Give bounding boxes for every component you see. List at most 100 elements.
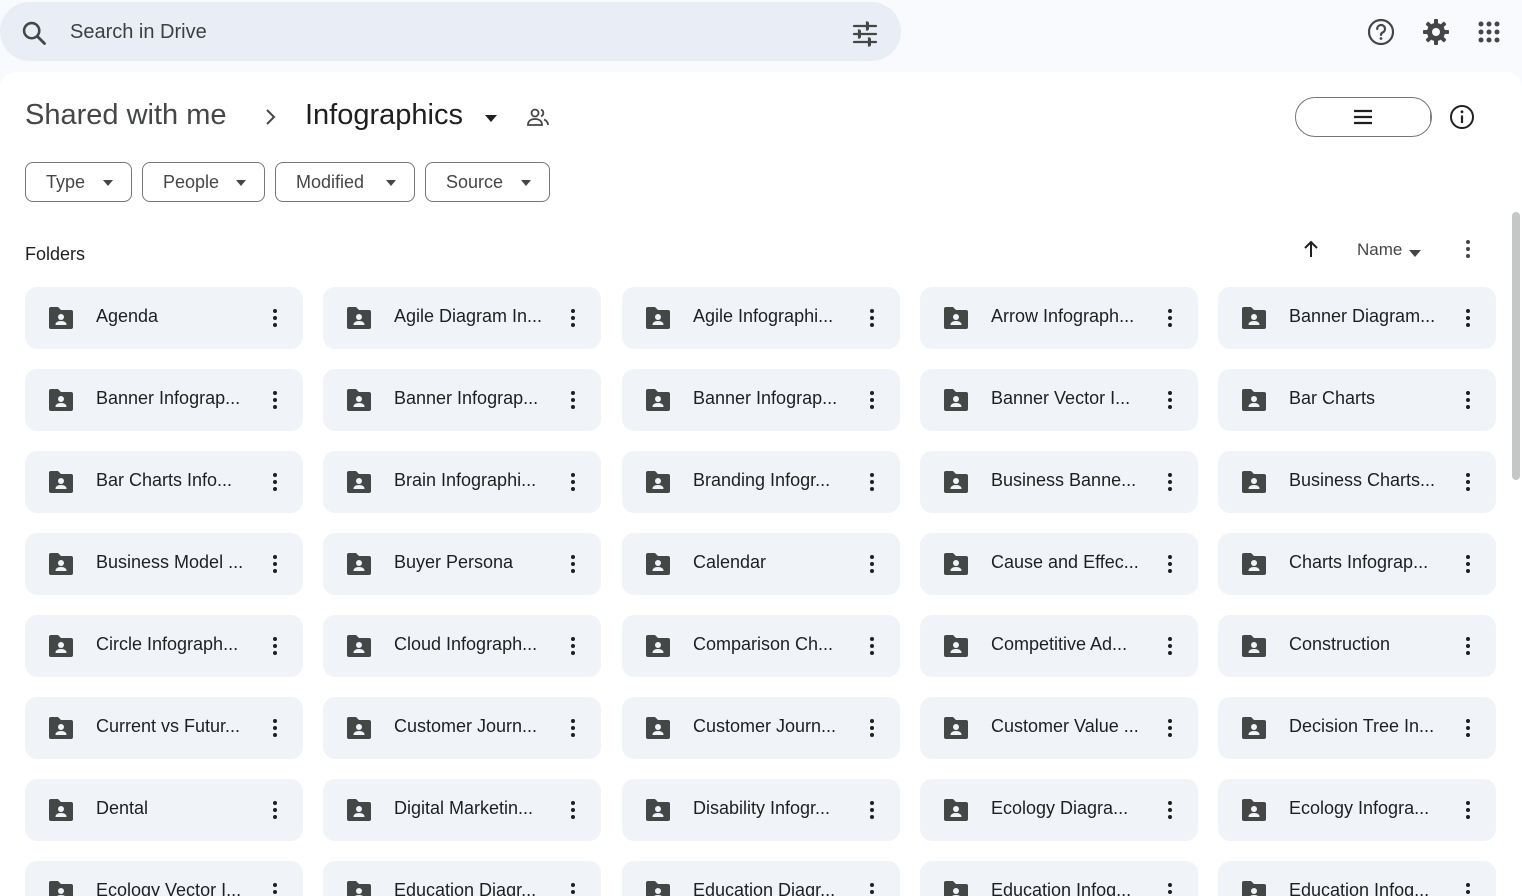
shared-people-icon[interactable]	[526, 107, 550, 127]
folder-tile[interactable]: Banner Diagram...	[1218, 287, 1496, 349]
more-vert-icon[interactable]	[265, 635, 285, 657]
folder-tile[interactable]: Competitive Ad...	[920, 615, 1198, 677]
folder-tile[interactable]: Business Charts...	[1218, 451, 1496, 513]
gear-icon[interactable]	[1420, 16, 1452, 48]
folder-tile[interactable]: Comparison Ch...	[622, 615, 900, 677]
more-vert-icon[interactable]	[265, 799, 285, 821]
search-icon[interactable]	[20, 19, 48, 47]
more-vert-icon[interactable]	[563, 717, 583, 739]
caret-down-icon[interactable]	[484, 111, 498, 122]
folder-tile[interactable]: Customer Journ...	[622, 697, 900, 759]
folder-tile[interactable]: Branding Infogr...	[622, 451, 900, 513]
more-vert-icon[interactable]	[563, 389, 583, 411]
folder-tile[interactable]: Customer Journ...	[323, 697, 601, 759]
folder-tile[interactable]: Agenda	[25, 287, 303, 349]
more-vert-icon[interactable]	[1458, 307, 1478, 329]
more-vert-icon[interactable]	[1160, 799, 1180, 821]
more-vert-icon[interactable]	[265, 553, 285, 575]
folder-tile[interactable]: Arrow Infograph...	[920, 287, 1198, 349]
folder-tile[interactable]: Ecology Diagra...	[920, 779, 1198, 841]
folder-tile[interactable]: Cloud Infograph...	[323, 615, 601, 677]
more-vert-icon[interactable]	[1458, 471, 1478, 493]
more-vert-icon[interactable]	[265, 881, 285, 896]
more-vert-icon[interactable]	[862, 717, 882, 739]
folder-tile[interactable]: Decision Tree In...	[1218, 697, 1496, 759]
more-vert-icon[interactable]	[1160, 307, 1180, 329]
more-vert-icon[interactable]	[1160, 553, 1180, 575]
more-vert-icon[interactable]	[862, 471, 882, 493]
folder-tile[interactable]: Buyer Persona	[323, 533, 601, 595]
folder-tile[interactable]: Education Diagr...	[323, 861, 601, 896]
more-vert-icon[interactable]	[862, 799, 882, 821]
folder-tile[interactable]: Construction	[1218, 615, 1496, 677]
more-vert-icon[interactable]	[563, 553, 583, 575]
folder-tile[interactable]: Banner Infograp...	[622, 369, 900, 431]
more-vert-icon[interactable]	[1458, 553, 1478, 575]
more-vert-icon[interactable]	[1160, 389, 1180, 411]
breadcrumb-root[interactable]: Shared with me	[25, 99, 227, 132]
folder-tile[interactable]: Business Model ...	[25, 533, 303, 595]
sort-by-name-button[interactable]: Name	[1357, 240, 1402, 260]
info-icon[interactable]	[1449, 104, 1475, 130]
search-options-icon[interactable]	[850, 20, 880, 48]
more-vert-icon[interactable]	[862, 389, 882, 411]
folder-tile[interactable]: Banner Infograp...	[25, 369, 303, 431]
folder-tile[interactable]: Education Infog...	[1218, 861, 1496, 896]
filter-people[interactable]: People	[142, 162, 265, 202]
more-vert-icon[interactable]	[563, 881, 583, 896]
more-vert-icon[interactable]	[862, 881, 882, 896]
more-vert-icon[interactable]	[1160, 635, 1180, 657]
folder-tile[interactable]: Education Infog...	[920, 861, 1198, 896]
more-vert-icon[interactable]	[1458, 389, 1478, 411]
folder-tile[interactable]: Education Diagr...	[622, 861, 900, 896]
breadcrumb-current[interactable]: Infographics	[305, 99, 463, 132]
folder-tile[interactable]: Bar Charts	[1218, 369, 1496, 431]
more-vert-icon[interactable]	[1160, 881, 1180, 896]
search-input[interactable]	[70, 14, 810, 50]
more-vert-icon[interactable]	[265, 389, 285, 411]
folder-tile[interactable]: Brain Infographi...	[323, 451, 601, 513]
folder-tile[interactable]: Customer Value ...	[920, 697, 1198, 759]
search-bar[interactable]	[0, 2, 901, 61]
folder-tile[interactable]: Business Banne...	[920, 451, 1198, 513]
help-icon[interactable]	[1365, 16, 1397, 48]
folder-tile[interactable]: Digital Marketin...	[323, 779, 601, 841]
filter-modified[interactable]: Modified	[275, 162, 415, 202]
folder-tile[interactable]: Banner Vector I...	[920, 369, 1198, 431]
folder-tile[interactable]: Current vs Futur...	[25, 697, 303, 759]
scrollbar-thumb[interactable]	[1512, 212, 1520, 480]
more-vert-icon[interactable]	[563, 307, 583, 329]
filter-type[interactable]: Type	[25, 162, 132, 202]
folder-tile[interactable]: Circle Infograph...	[25, 615, 303, 677]
more-vert-icon[interactable]	[265, 307, 285, 329]
more-vert-icon[interactable]	[862, 307, 882, 329]
list-view-button[interactable]	[1296, 98, 1431, 136]
more-vert-icon[interactable]	[1458, 635, 1478, 657]
more-vert-icon[interactable]	[1458, 717, 1478, 739]
scrollbar[interactable]	[1508, 212, 1522, 896]
apps-grid-icon[interactable]	[1473, 16, 1505, 48]
more-vert-icon[interactable]	[1458, 238, 1478, 260]
more-vert-icon[interactable]	[265, 471, 285, 493]
filter-source[interactable]: Source	[425, 162, 550, 202]
more-vert-icon[interactable]	[1160, 471, 1180, 493]
folder-tile[interactable]: Dental	[25, 779, 303, 841]
folder-tile[interactable]: Agile Infographi...	[622, 287, 900, 349]
more-vert-icon[interactable]	[862, 635, 882, 657]
more-vert-icon[interactable]	[563, 635, 583, 657]
folder-tile[interactable]: Banner Infograp...	[323, 369, 601, 431]
caret-down-icon[interactable]	[1408, 246, 1422, 257]
folder-tile[interactable]: Bar Charts Info...	[25, 451, 303, 513]
folder-tile[interactable]: Disability Infogr...	[622, 779, 900, 841]
folder-tile[interactable]: Agile Diagram In...	[323, 287, 601, 349]
folder-tile[interactable]: Ecology Vector I...	[25, 861, 303, 896]
folder-tile[interactable]: Cause and Effec...	[920, 533, 1198, 595]
sort-direction-arrow-up-icon[interactable]	[1300, 238, 1322, 260]
more-vert-icon[interactable]	[265, 717, 285, 739]
folder-tile[interactable]: Charts Infograp...	[1218, 533, 1496, 595]
more-vert-icon[interactable]	[1458, 881, 1478, 896]
more-vert-icon[interactable]	[862, 553, 882, 575]
more-vert-icon[interactable]	[1458, 799, 1478, 821]
folder-tile[interactable]: Calendar	[622, 533, 900, 595]
more-vert-icon[interactable]	[563, 799, 583, 821]
